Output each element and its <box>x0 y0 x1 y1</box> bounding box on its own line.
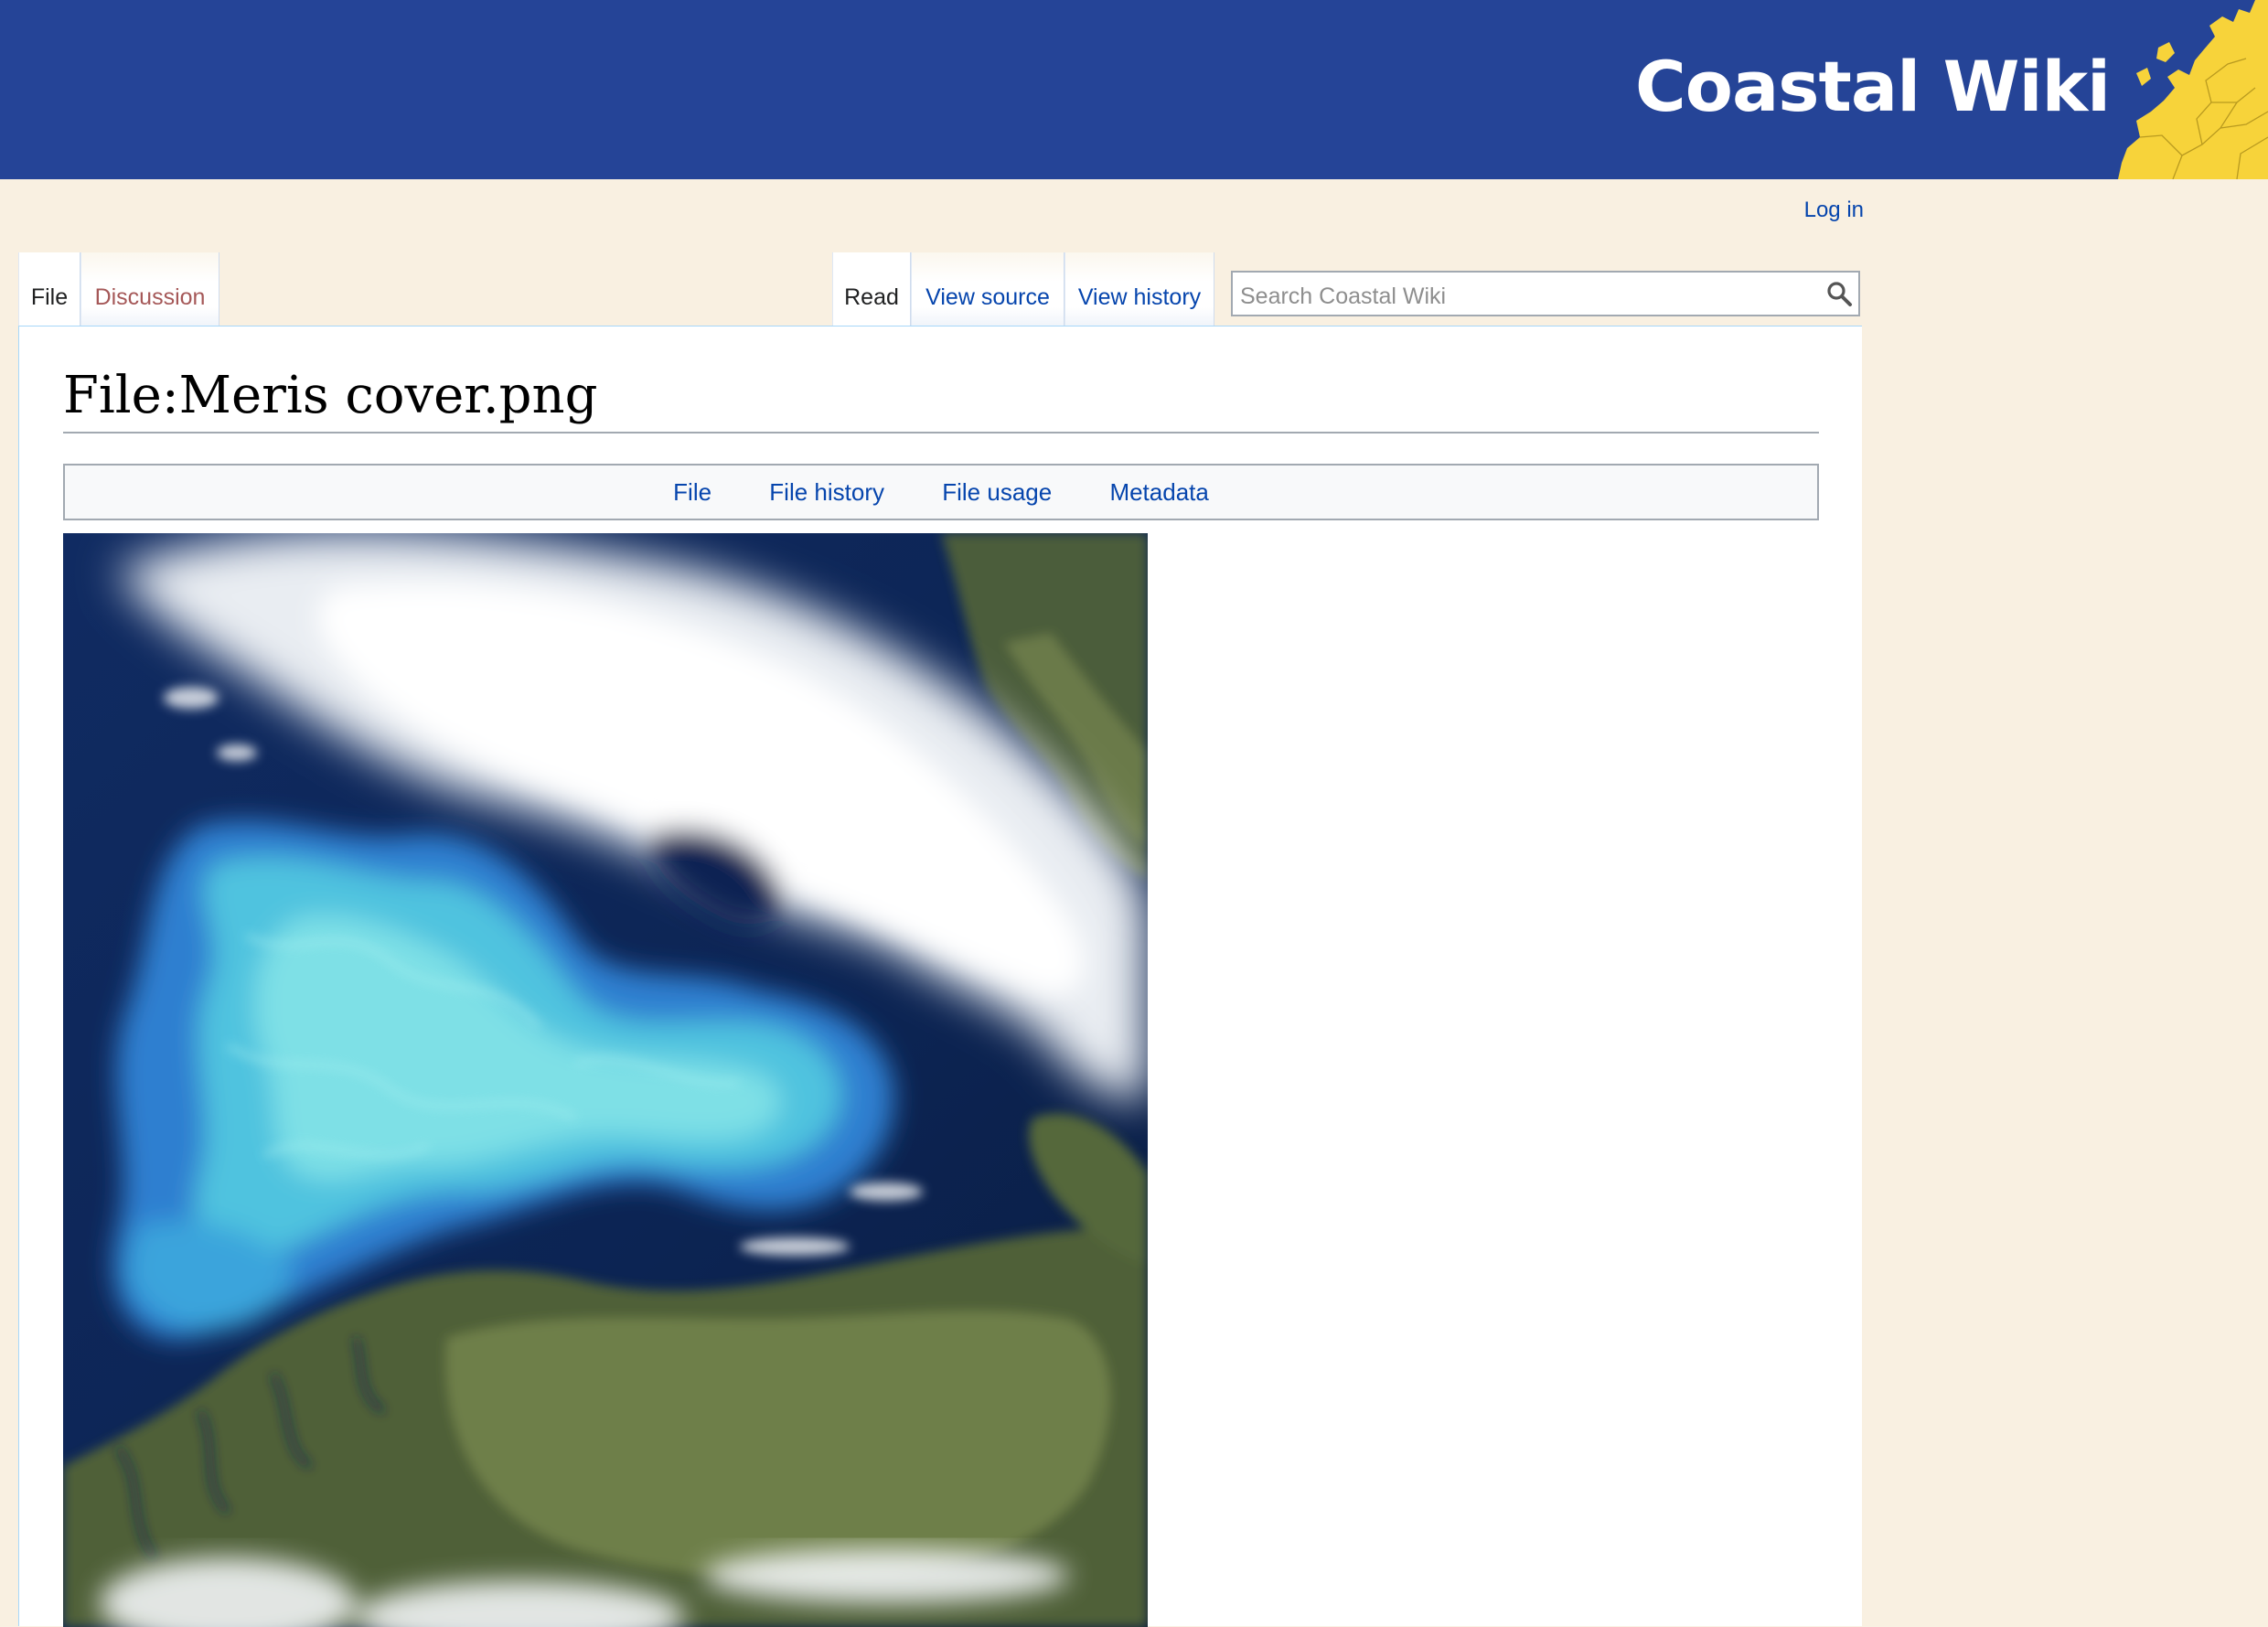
tab-file[interactable]: File <box>18 252 80 326</box>
tab-view-history[interactable]: View history <box>1064 252 1214 326</box>
search-icon[interactable] <box>1825 280 1853 307</box>
site-banner: Coastal Wiki <box>0 0 2268 179</box>
toc-link-file[interactable]: File <box>673 466 711 519</box>
site-title[interactable]: Coastal Wiki <box>1635 46 2111 127</box>
search-input[interactable] <box>1233 273 1818 315</box>
toc-link-file-history[interactable]: File history <box>769 466 884 519</box>
page-title: File:Meris cover.png <box>63 363 1819 434</box>
toc-link-metadata[interactable]: Metadata <box>1109 466 1208 519</box>
login-link[interactable]: Log in <box>1800 198 1864 223</box>
tab-read[interactable]: Read <box>832 252 911 326</box>
file-toc: File File history File usage Metadata <box>63 464 1819 520</box>
search-box <box>1231 271 1860 316</box>
tab-view-source[interactable]: View source <box>911 252 1064 326</box>
europe-map-icon[interactable] <box>2118 0 2268 179</box>
toc-link-file-usage[interactable]: File usage <box>942 466 1052 519</box>
satellite-image[interactable] <box>63 533 1148 1627</box>
content-area: File:Meris cover.png File File history F… <box>18 326 1862 1627</box>
tab-discussion[interactable]: Discussion <box>80 252 219 326</box>
